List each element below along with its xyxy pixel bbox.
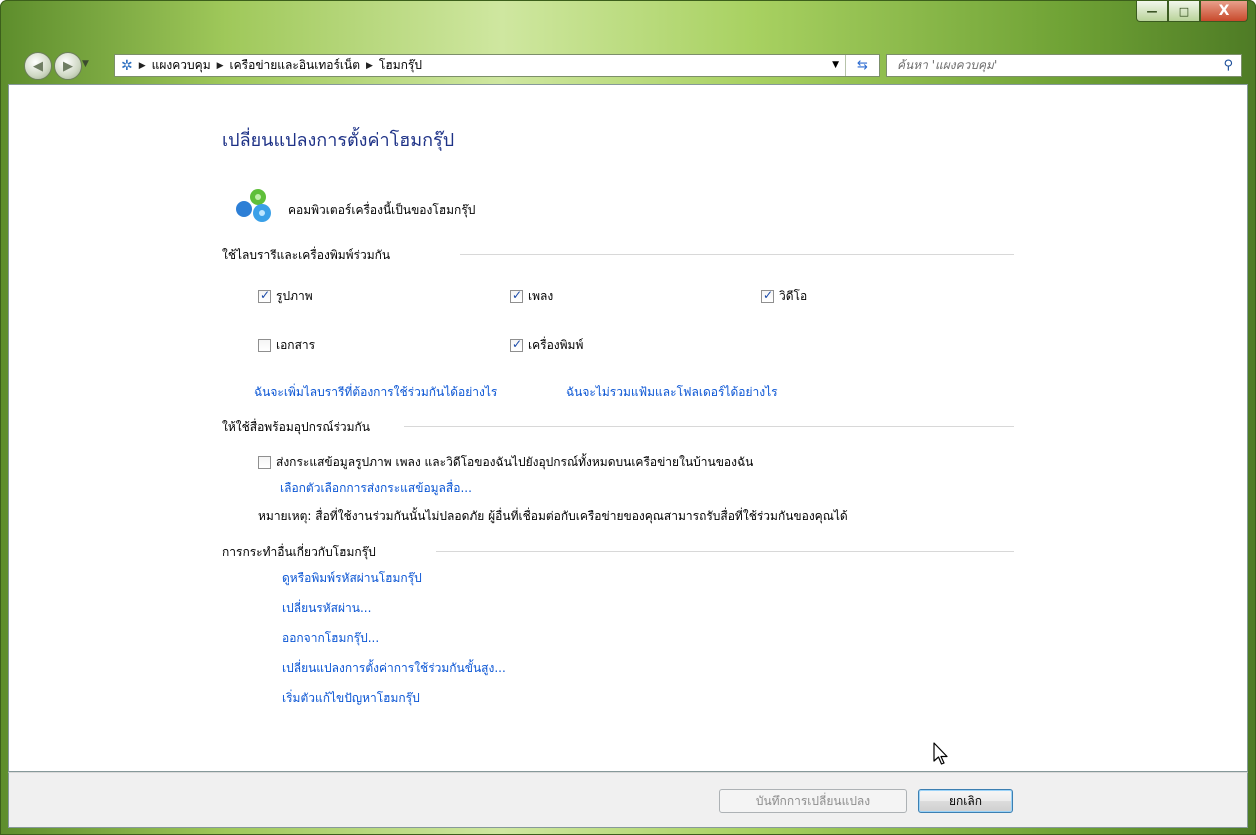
title-bar[interactable]: — □ X <box>0 0 1256 44</box>
leave-homegroup-link[interactable]: ออกจากโฮมกรุ๊ป... <box>282 629 379 648</box>
share-music-checkbox[interactable]: เพลง <box>510 287 553 306</box>
maximize-button[interactable]: □ <box>1168 1 1200 22</box>
media-sharing-heading: ให้ใช้สื่อพร้อมอุปกรณ์ร่วมกัน <box>222 420 371 434</box>
share-pictures-checkbox[interactable]: รูปภาพ <box>258 287 313 306</box>
other-actions-heading: การกระทำอื่นเกี่ยวกับโฮมกรุ๊ป <box>222 545 376 559</box>
homegroup-troubleshooter-link[interactable]: เริ่มตัวแก้ไขปัญหาโฮมกรุ๊ป <box>282 689 420 708</box>
exclude-files-help-link[interactable]: ฉันจะไม่รวมแฟ้มและโฟลเดอร์ได้อย่างไร <box>566 383 778 402</box>
breadcrumb-separator-icon[interactable]: ▶ <box>139 61 146 71</box>
share-music-label: เพลง <box>528 289 554 303</box>
breadcrumb-control-panel[interactable]: แผงควบคุม <box>152 56 211 75</box>
address-dropdown-icon[interactable]: ▼ <box>832 60 839 70</box>
address-toolbar: ◀ ▶ ▼ ✲ ▶ แผงควบคุม ▶ เครือข่ายและอินเทอ… <box>0 44 1256 84</box>
checkbox-icon[interactable] <box>510 288 523 303</box>
stream-media-checkbox[interactable]: ส่งกระแสข้อมูลรูปภาพ เพลง และวิดีโอของฉั… <box>258 453 753 472</box>
close-button[interactable]: X <box>1200 1 1248 22</box>
checkbox-icon[interactable] <box>258 456 271 469</box>
view-print-password-link[interactable]: ดูหรือพิมพ์รหัสผ่านโฮมกรุ๊ป <box>282 569 422 588</box>
share-documents-checkbox[interactable]: เอกสาร <box>258 336 315 355</box>
section-divider <box>404 426 1014 427</box>
mouse-pointer-icon <box>933 742 948 765</box>
breadcrumb-network-internet[interactable]: เครือข่ายและอินเทอร์เน็ต <box>230 56 360 75</box>
checkbox-icon[interactable] <box>761 288 774 303</box>
search-icon[interactable]: ⚲ <box>1223 58 1233 73</box>
change-password-link[interactable]: เปลี่ยนรหัสผ่าน... <box>282 599 371 618</box>
search-placeholder: ค้นหา 'แผงควบคุม' <box>897 58 998 72</box>
caption-buttons: — □ X <box>1136 1 1248 22</box>
cancel-button[interactable]: ยกเลิก <box>918 789 1013 813</box>
content-pane <box>8 84 1248 772</box>
checkbox-icon[interactable] <box>258 288 271 303</box>
control-panel-icon: ✲ <box>121 57 133 74</box>
share-pictures-label: รูปภาพ <box>276 289 313 303</box>
share-libraries-heading: ใช้ไลบรารีและเครื่องพิมพ์ร่วมกัน <box>222 248 391 262</box>
address-bar[interactable]: ✲ ▶ แผงควบคุม ▶ เครือข่ายและอินเทอร์เน็ต… <box>114 54 880 77</box>
minimize-button[interactable]: — <box>1136 1 1168 22</box>
homegroup-membership-text: คอมพิวเตอร์เครื่องนี้เป็นของโฮมกรุ๊ป <box>288 203 476 217</box>
forward-arrow-icon: ▶ <box>63 58 73 74</box>
checkbox-icon[interactable] <box>258 339 271 352</box>
share-printers-label: เครื่องพิมพ์ <box>528 338 584 352</box>
homegroup-icon <box>236 189 271 222</box>
back-arrow-icon: ◀ <box>33 58 43 74</box>
share-videos-label: วิดีโอ <box>779 289 808 303</box>
save-changes-button[interactable]: บันทึกการเปลี่ยนแปลง <box>719 789 907 813</box>
stream-media-label: ส่งกระแสข้อมูลรูปภาพ เพลง และวิดีโอของฉั… <box>276 455 754 469</box>
breadcrumb-separator-icon[interactable]: ▶ <box>217 61 224 71</box>
add-library-help-link[interactable]: ฉันจะเพิ่มไลบรารีที่ต้องการใช้ร่วมกันได้… <box>254 383 497 402</box>
forward-button[interactable]: ▶ <box>54 52 82 80</box>
share-videos-checkbox[interactable]: วิดีโอ <box>761 287 807 306</box>
refresh-icon[interactable]: ⇆ <box>845 55 879 76</box>
section-divider <box>460 254 1014 255</box>
explorer-window: — □ X ◀ ▶ ▼ ✲ ▶ แผงควบคุม ▶ เครือข่ายและ… <box>0 0 1256 835</box>
search-box[interactable]: ค้นหา 'แผงควบคุม' ⚲ <box>886 54 1242 77</box>
breadcrumb-homegroup[interactable]: โฮมกรุ๊ป <box>379 56 422 75</box>
page-title: เปลี่ยนแปลงการตั้งค่าโฮมกรุ๊ป <box>222 130 455 151</box>
checkbox-icon[interactable] <box>510 337 523 352</box>
stream-options-link[interactable]: เลือกตัวเลือกการส่งกระแสข้อมูลสื่อ... <box>280 479 472 498</box>
security-note: หมายเหตุ: สื่อที่ใช้งานร่วมกันนั้นไม่ปลอ… <box>258 509 848 523</box>
section-divider <box>436 551 1014 552</box>
advanced-sharing-settings-link[interactable]: เปลี่ยนแปลงการตั้งค่าการใช้ร่วมกันขั้นสู… <box>282 659 506 678</box>
breadcrumb-separator-icon[interactable]: ▶ <box>366 61 373 71</box>
recent-pages-dropdown[interactable]: ▼ <box>82 59 89 69</box>
share-printers-checkbox[interactable]: เครื่องพิมพ์ <box>510 336 583 355</box>
share-documents-label: เอกสาร <box>276 338 316 352</box>
footer-bar <box>8 772 1248 828</box>
back-button[interactable]: ◀ <box>24 52 52 80</box>
